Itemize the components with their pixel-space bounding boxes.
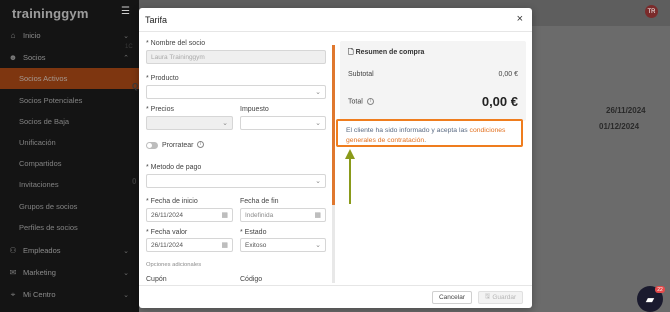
sidebar-overlay (0, 0, 139, 312)
bg-date-2: 01/12/2024 (599, 122, 640, 131)
prices-label: * Precios (146, 106, 175, 113)
tax-label: Impuesto (240, 106, 269, 113)
annotation-arrow-icon (345, 149, 355, 204)
calendar-icon: ▦ (314, 212, 321, 219)
product-label: * Producto (146, 75, 179, 82)
modal-title: Tarifa (145, 14, 168, 25)
sidebar: traininggym ⌂ Inicio ⌄ ☻ Socios ⌃ Socios… (0, 0, 139, 312)
form-scrollbar-thumb[interactable] (332, 45, 335, 205)
payment-method-select[interactable]: ⌄ (146, 174, 326, 188)
info-icon[interactable]: i (197, 141, 204, 148)
calendar-icon: ▦ (221, 212, 228, 219)
prorate-toggle[interactable] (146, 142, 158, 149)
modal-header: Tarifa (139, 8, 532, 32)
chevron-down-icon: ⌄ (315, 242, 321, 249)
save-icon: 🖫 (484, 293, 491, 300)
chat-icon: ▰ (645, 293, 655, 306)
summary-title: 🗋 Resumen de compra (348, 49, 425, 56)
product-select[interactable]: ⌄ (146, 85, 326, 99)
end-date-input[interactable]: Indefinida ▦ (240, 208, 326, 222)
bg-fragment: Q (132, 82, 139, 91)
member-name-label: * Nombre del socio (146, 40, 206, 47)
save-button[interactable]: 🖫 Guardar (478, 291, 523, 304)
coupon-label: Cupón (146, 276, 167, 283)
terms-consent-notice: El cliente ha sido informado y acepta la… (336, 119, 523, 147)
cancel-button[interactable]: Cancelar (432, 291, 472, 304)
tax-select[interactable]: ⌄ (240, 116, 326, 130)
start-date-label: * Fecha de inicio (146, 198, 198, 205)
chevron-down-icon: ⌄ (222, 120, 228, 127)
end-date-label: Fecha de fin (240, 198, 279, 205)
chevron-down-icon: ⌄ (315, 89, 321, 96)
calendar-icon: ▦ (221, 242, 228, 249)
chat-badge: 22 (655, 286, 665, 293)
code-label: Código (240, 276, 263, 283)
tarifa-form: * Nombre del socio Laura Traininggym * P… (139, 33, 332, 285)
prorate-label: Prorratear (162, 142, 194, 149)
total-row: Total i 0,00 € (348, 94, 518, 109)
purchase-summary: 🗋 Resumen de compra Subtotal 0,00 € Tota… (340, 41, 526, 121)
subtotal-row: Subtotal 0,00 € (348, 71, 518, 78)
info-icon[interactable]: i (366, 97, 374, 105)
additional-options-label: Opciones adicionales (146, 262, 202, 268)
chevron-down-icon: ⌄ (315, 178, 321, 185)
chevron-down-icon: ⌄ (315, 120, 321, 127)
payment-method-label: * Metodo de pago (146, 164, 202, 171)
prices-select[interactable]: ⌄ (146, 116, 233, 130)
bg-date-1: 26/11/2024 (606, 106, 646, 115)
bg-fragment: 1C (125, 44, 133, 50)
value-date-input[interactable]: 26/11/2024 ▦ (146, 238, 233, 252)
status-label: * Estado (240, 229, 267, 236)
document-icon: 🗋 (348, 49, 354, 56)
member-name-field: Laura Traininggym (146, 50, 326, 64)
menu-icon[interactable]: ☰ (121, 6, 130, 17)
modal-footer: Cancelar 🖫 Guardar (139, 285, 532, 308)
start-date-input[interactable]: 26/11/2024 ▦ (146, 208, 233, 222)
status-select[interactable]: Exitoso ⌄ (240, 238, 326, 252)
avatar[interactable]: TR (645, 5, 658, 18)
bg-fragment: 0 (132, 177, 137, 186)
tarifa-modal: Tarifa × * Nombre del socio Laura Traini… (139, 8, 532, 308)
close-icon[interactable]: × (517, 13, 523, 25)
value-date-label: * Fecha valor (146, 229, 188, 236)
